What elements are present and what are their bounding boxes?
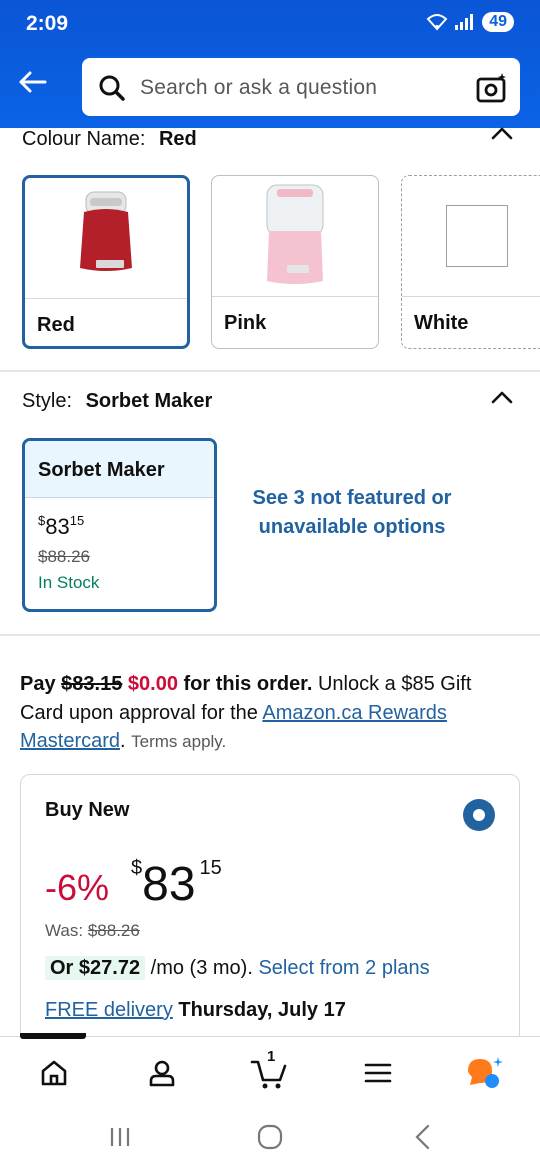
search-icon bbox=[99, 75, 125, 101]
back-button[interactable] bbox=[14, 64, 50, 100]
back-system-button[interactable] bbox=[408, 1122, 438, 1152]
colour-option-label: Pink bbox=[224, 312, 267, 334]
bottom-navigation: 1 bbox=[0, 1033, 540, 1104]
delivery-date: Thursday, July 17 bbox=[178, 999, 346, 1021]
colour-option-label: White bbox=[414, 312, 469, 334]
terms-text: Terms apply. bbox=[131, 732, 227, 751]
style-option-sorbet-maker[interactable]: Sorbet Maker $8315 $88.26 In Stock bbox=[22, 438, 217, 612]
product-image-white bbox=[402, 176, 540, 296]
colour-name-row: Colour Name: Red bbox=[22, 128, 522, 158]
buy-new-radio[interactable] bbox=[463, 799, 495, 831]
active-tab-indicator bbox=[20, 1033, 86, 1039]
delivery-info: FREE delivery Thursday, July 17 bbox=[45, 999, 346, 1022]
colour-option-white[interactable]: White bbox=[401, 175, 540, 349]
rewards-promo: Pay $83.15 $0.00 for this order. Unlock … bbox=[20, 673, 472, 752]
promo-new-price: $0.00 bbox=[127, 673, 178, 695]
nav-menu[interactable] bbox=[358, 1053, 398, 1093]
buy-new-title: Buy New bbox=[45, 799, 130, 821]
recent-apps-icon bbox=[110, 1128, 130, 1146]
section-divider bbox=[0, 634, 540, 636]
battery-indicator: 49 bbox=[482, 12, 514, 32]
home-system-button[interactable] bbox=[255, 1122, 285, 1152]
nav-rufus[interactable] bbox=[466, 1053, 506, 1093]
status-time: 2:09 bbox=[26, 12, 69, 35]
style-row: Style: Sorbet Maker bbox=[22, 390, 212, 413]
style-option-price: $8315 bbox=[38, 513, 85, 539]
camera-search-icon[interactable] bbox=[476, 72, 508, 104]
product-image-red bbox=[25, 178, 187, 298]
promo-old-price: $83.15 bbox=[61, 673, 123, 695]
colour-selected: Red bbox=[158, 128, 197, 150]
style-option-title: Sorbet Maker bbox=[38, 459, 165, 481]
home-circle-icon bbox=[257, 1124, 283, 1150]
see-more-options-link[interactable]: See 3 not featured or unavailable option… bbox=[250, 484, 454, 542]
colour-option-label: Red bbox=[37, 314, 75, 336]
nav-account[interactable] bbox=[142, 1053, 182, 1093]
style-selected: Sorbet Maker bbox=[85, 390, 213, 412]
search-bar[interactable]: Search or ask a question bbox=[80, 56, 522, 118]
back-chevron-icon bbox=[415, 1124, 430, 1150]
home-icon bbox=[41, 1060, 67, 1086]
buy-price: $83 15 bbox=[131, 857, 222, 911]
style-option-was-price: $88.26 bbox=[38, 547, 90, 566]
product-image-pink bbox=[212, 176, 378, 296]
system-navigation bbox=[0, 1104, 540, 1170]
placeholder-image bbox=[446, 205, 508, 267]
colour-option-red[interactable]: Red bbox=[22, 175, 190, 349]
installment-plan: Or $27.72 /mo (3 mo). Select from 2 plan… bbox=[45, 956, 430, 980]
style-option-header: Sorbet Maker bbox=[25, 441, 214, 498]
search-input[interactable]: Search or ask a question bbox=[140, 76, 377, 100]
nav-home[interactable] bbox=[34, 1053, 74, 1093]
stock-status: In Stock bbox=[38, 573, 100, 592]
colour-option-pink[interactable]: Pink bbox=[211, 175, 379, 349]
signal-icon bbox=[455, 14, 474, 30]
menu-icon bbox=[364, 1063, 392, 1083]
rufus-icon bbox=[468, 1057, 503, 1088]
colour-label: Colour Name: bbox=[22, 128, 146, 150]
account-icon bbox=[149, 1060, 175, 1087]
style-label: Style: bbox=[22, 390, 73, 412]
status-bar: 2:09 49 bbox=[0, 0, 540, 52]
status-icons: 49 bbox=[426, 12, 514, 32]
chevron-up-icon[interactable] bbox=[490, 386, 514, 410]
select-plans-link[interactable]: Select from 2 plans bbox=[258, 957, 429, 979]
app-header: 2:09 49 Search or ask a question bbox=[0, 0, 540, 128]
discount-percent: -6% bbox=[45, 867, 110, 908]
chevron-up-icon[interactable] bbox=[490, 122, 514, 146]
cart-count: 1 bbox=[267, 1048, 276, 1065]
recent-apps-button[interactable] bbox=[105, 1122, 135, 1152]
wifi-icon bbox=[426, 14, 448, 31]
nav-cart[interactable]: 1 bbox=[250, 1048, 290, 1093]
was-price: Was: $88.26 bbox=[45, 921, 140, 940]
free-delivery-link[interactable]: FREE delivery bbox=[45, 999, 173, 1021]
back-arrow-icon bbox=[19, 71, 47, 93]
section-divider bbox=[0, 370, 540, 372]
plan-amount: Or $27.72 bbox=[45, 956, 146, 980]
